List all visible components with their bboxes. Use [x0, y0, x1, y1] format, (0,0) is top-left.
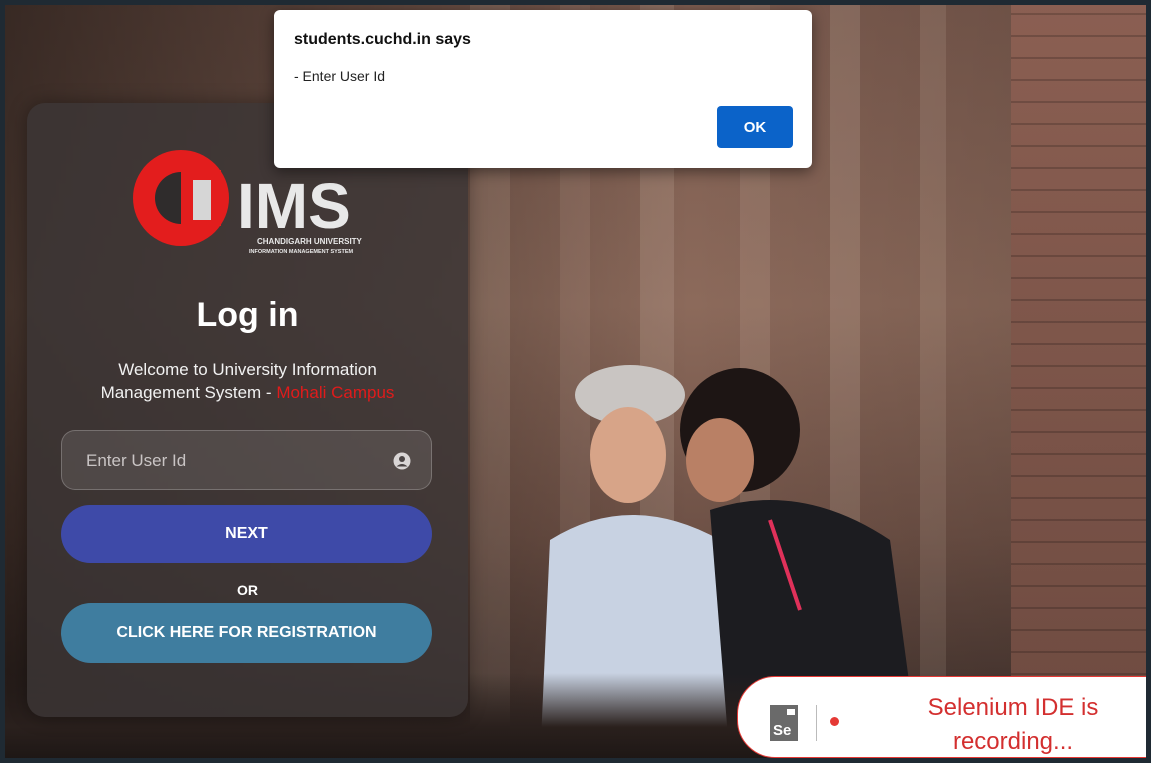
- alert-dialog: students.cuchd.in says - Enter User Id O…: [274, 10, 812, 168]
- welcome-line-2: Management System - Mohali Campus: [100, 383, 395, 402]
- dialog-ok-button[interactable]: OK: [717, 106, 793, 148]
- selenium-logo-icon: Se: [770, 705, 798, 741]
- svg-text:INFORMATION MANAGEMENT SYSTEM: INFORMATION MANAGEMENT SYSTEM: [249, 249, 354, 255]
- login-title: Log in: [196, 296, 299, 334]
- dialog-message: - Enter User Id: [294, 68, 386, 84]
- user-circle-icon: [393, 452, 411, 470]
- registration-button[interactable]: CLICK HERE FOR REGISTRATION: [61, 603, 432, 663]
- badge-divider: [816, 705, 817, 741]
- dialog-title: students.cuchd.in says: [294, 31, 471, 48]
- welcome-text: Welcome to University Information Manage…: [27, 358, 468, 404]
- svg-text:CHANDIGARH UNIVERSITY: CHANDIGARH UNIVERSITY: [257, 237, 363, 246]
- recording-dot-icon: [830, 717, 839, 726]
- recording-status-text: Selenium IDE is recording...: [927, 694, 1099, 755]
- userid-field[interactable]: [61, 430, 432, 491]
- welcome-line-1: Welcome to University Information: [118, 360, 377, 379]
- userid-input[interactable]: [62, 431, 408, 491]
- selenium-recording-badge: Se Selenium IDE is recording...: [737, 676, 1151, 758]
- next-button[interactable]: NEXT: [61, 505, 432, 563]
- or-separator: OR: [237, 582, 258, 598]
- svg-text:IMS: IMS: [237, 170, 351, 242]
- campus-name: Mohali Campus: [276, 383, 395, 402]
